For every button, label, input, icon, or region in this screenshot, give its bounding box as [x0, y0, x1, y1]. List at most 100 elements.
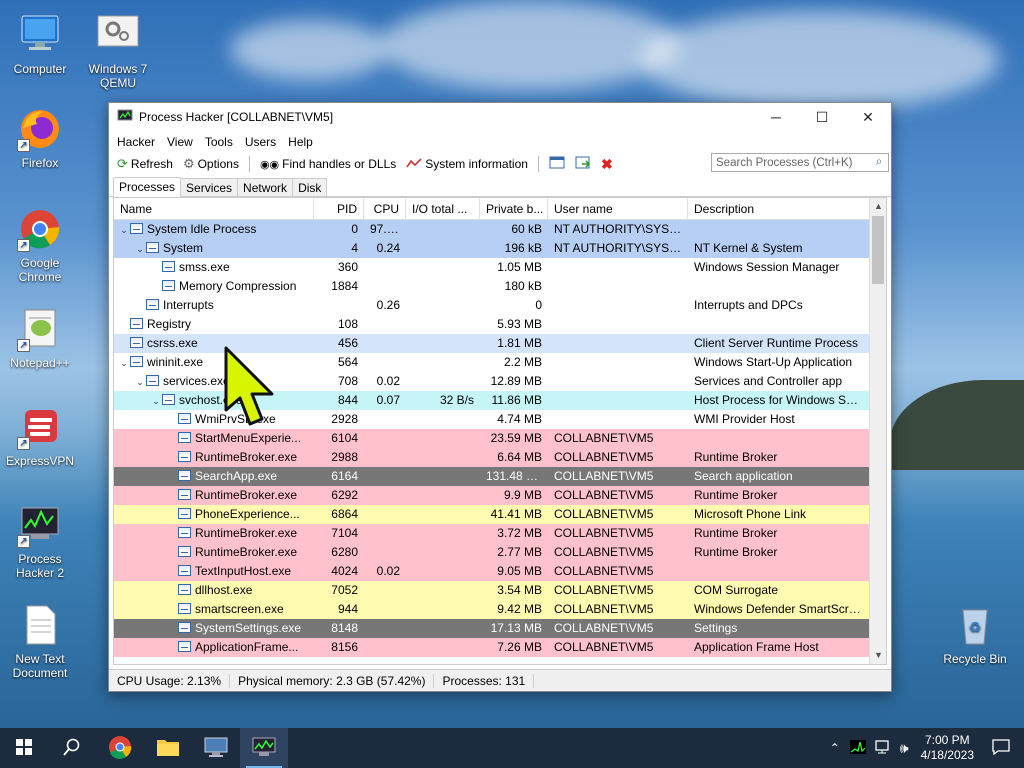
close-button[interactable]: ✕ [845, 103, 891, 131]
desktop-icon-new-text-document[interactable]: New Text Document [2, 602, 78, 680]
process-row[interactable]: smss.exe 360 1.05 MB Windows Session Manage… [114, 258, 886, 277]
process-row[interactable]: Interrupts 0.26 0 Interrupts and DPCs [114, 296, 886, 315]
process-row[interactable]: ⌄ System Idle Process 0 97.87 60 kB NT AUTHOR… [114, 220, 886, 239]
column-header-pid[interactable]: PID [314, 198, 364, 219]
process-row[interactable]: RuntimeBroker.exe 6280 2.77 MB COLLABNET\VM… [114, 543, 886, 562]
process-hacker-tray-icon[interactable] [846, 739, 870, 758]
maximize-button[interactable]: ☐ [799, 103, 845, 131]
desktop-icon-windows7-qemu[interactable]: Windows 7 QEMU [80, 12, 156, 90]
menu-help[interactable]: Help [282, 135, 319, 149]
tab-disk[interactable]: Disk [292, 178, 328, 196]
process-list[interactable]: Name PID CPU I/O total ... Private b... … [113, 197, 887, 665]
menu-hacker[interactable]: Hacker [111, 135, 161, 149]
process-row[interactable]: SearchApp.exe 6164 131.48 MB COLLABNET\VM5 S… [114, 467, 886, 486]
process-io-cell [406, 258, 480, 277]
desktop-icon-firefox[interactable]: ↗ Firefox [2, 106, 78, 170]
search-button[interactable] [48, 728, 96, 768]
chevron-down-icon[interactable]: ⌄ [134, 373, 146, 391]
terminate-button[interactable]: ✖ [597, 154, 617, 174]
process-name: ApplicationFrame... [195, 640, 299, 654]
process-row[interactable]: Registry 108 5.93 MB [114, 315, 886, 334]
process-name-cell: SystemSettings.exe [114, 619, 314, 638]
desktop-icon-computer[interactable]: Computer [2, 12, 78, 76]
process-desc-cell: Client Server Runtime Process [694, 336, 859, 350]
network-icon[interactable] [870, 739, 896, 758]
refresh-icon: ⟳ [117, 156, 128, 171]
menu-users[interactable]: Users [239, 135, 282, 149]
process-row[interactable]: ⌄ System 4 0.24 196 kB NT AUTHORITY\SYSTEM NT … [114, 239, 886, 258]
process-row[interactable]: dllhost.exe 7052 3.54 MB COLLABNET\VM5 COM S… [114, 581, 886, 600]
menu-tools[interactable]: Tools [199, 135, 239, 149]
tab-processes[interactable]: Processes [113, 177, 182, 197]
desktop-icon-process-hacker[interactable]: ↗ Process Hacker 2 [2, 502, 78, 580]
column-header-description[interactable]: Description [688, 198, 870, 219]
process-icon [146, 375, 159, 386]
scroll-down-icon[interactable]: ▼ [870, 647, 886, 664]
clock[interactable]: 7:00 PM 4/18/2023 [913, 733, 982, 763]
scroll-up-icon[interactable]: ▲ [870, 198, 886, 215]
column-header-io[interactable]: I/O total ... [406, 198, 480, 219]
desktop-icon-expressvpn[interactable]: ↗ ExpressVPN [2, 404, 78, 468]
process-row[interactable]: SystemSettings.exe 8148 17.13 MB COLLABNET\… [114, 619, 886, 638]
process-icon [178, 641, 191, 652]
process-name: smss.exe [179, 260, 230, 274]
process-row[interactable]: Memory Compression 1884 180 kB [114, 277, 886, 296]
scrollbar-thumb[interactable] [872, 216, 884, 284]
process-row[interactable]: TextInputHost.exe 4024 0.02 9.05 MB COLLABNE… [114, 562, 886, 581]
process-pid-cell: 2988 [331, 450, 358, 464]
vertical-scrollbar[interactable]: ▲ ▼ [869, 198, 886, 664]
process-pid-cell: 4 [351, 241, 358, 255]
process-row[interactable]: RuntimeBroker.exe 2988 6.64 MB COLLABNET\VM… [114, 448, 886, 467]
menu-view[interactable]: View [161, 135, 199, 149]
process-row[interactable]: smartscreen.exe 944 9.42 MB COLLABNET\VM5 Wi… [114, 600, 886, 619]
process-row[interactable]: RuntimeBroker.exe 6292 9.9 MB COLLABNET\VM5… [114, 486, 886, 505]
process-cpu-cell [364, 315, 406, 334]
computer-icon [17, 12, 63, 58]
process-row[interactable]: RuntimeBroker.exe 7104 3.72 MB COLLABNET\VM… [114, 524, 886, 543]
process-pid-cell: 6104 [331, 431, 358, 445]
process-icon [162, 261, 175, 272]
column-header-cpu[interactable]: CPU [364, 198, 406, 219]
process-row[interactable]: StartMenuExperie... 6104 23.59 MB COLLABNET… [114, 429, 886, 448]
process-priv-cell: 0 [535, 298, 542, 312]
taskbar-chrome[interactable] [96, 728, 144, 768]
process-cpu-cell: 0.26 [376, 298, 400, 312]
chevron-down-icon[interactable]: ⌄ [118, 221, 130, 239]
chevron-up-icon[interactable]: ⌃ [824, 741, 846, 755]
desktop-icon-chrome[interactable]: ↗ Google Chrome [2, 206, 78, 284]
process-io-cell [406, 524, 480, 543]
column-header-private-bytes[interactable]: Private b... [480, 198, 548, 219]
window-go-button[interactable] [571, 154, 595, 174]
chevron-down-icon[interactable]: ⌄ [118, 354, 130, 372]
process-pid-cell: 7104 [331, 526, 358, 540]
tab-services[interactable]: Services [180, 178, 239, 196]
chevron-down-icon[interactable]: ⌄ [150, 392, 162, 410]
window-view-button[interactable] [545, 154, 569, 174]
process-cpu-cell [364, 505, 406, 524]
taskbar-process-hacker[interactable] [240, 728, 288, 768]
minimize-button[interactable]: ─ [753, 103, 799, 131]
tab-network[interactable]: Network [237, 178, 294, 196]
process-row[interactable]: ApplicationFrame... 8156 7.26 MB COLLABNET\… [114, 638, 886, 657]
options-button[interactable]: ⚙ Options [179, 154, 243, 174]
column-header-name[interactable]: Name [114, 198, 314, 219]
refresh-button[interactable]: ⟳ Refresh [113, 154, 177, 174]
process-row[interactable]: PhoneExperience... 6864 41.41 MB COLLABNET\… [114, 505, 886, 524]
column-header-user-name[interactable]: User name [548, 198, 688, 219]
title-bar[interactable]: Process Hacker [COLLABNET\VM5] ─ ☐ ✕ [109, 103, 891, 131]
window-title: Process Hacker [COLLABNET\VM5] [139, 110, 334, 124]
desktop-icon-notepadpp[interactable]: ↗ Notepad++ [2, 306, 78, 370]
search-input[interactable]: Search Processes (Ctrl+K) ⌕ [711, 153, 889, 172]
system-information-button[interactable]: System information [402, 154, 532, 174]
start-button[interactable] [0, 728, 48, 768]
process-name-cell: RuntimeBroker.exe [114, 524, 314, 543]
taskbar-remote-desktop[interactable] [192, 728, 240, 768]
taskbar-file-explorer[interactable] [144, 728, 192, 768]
desktop-icon-recycle-bin[interactable]: ♻ Recycle Bin [937, 602, 1013, 666]
process-icon [130, 337, 143, 348]
volume-icon[interactable]: 🕪 [896, 740, 913, 757]
find-handles-button[interactable]: ◉◉ Find handles or DLLs [256, 154, 400, 174]
chevron-down-icon[interactable]: ⌄ [134, 240, 146, 258]
notification-icon[interactable] [982, 738, 1024, 758]
expressvpn-icon: ↗ [17, 404, 63, 450]
